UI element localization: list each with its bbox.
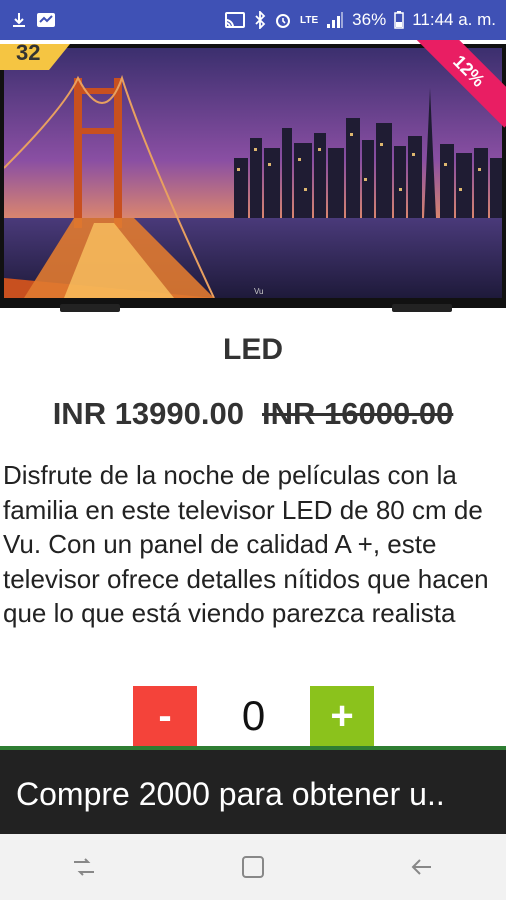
product-description: Disfrute de la noche de películas con la… — [3, 460, 489, 628]
decrease-quantity-button[interactable]: - — [133, 686, 197, 746]
navigation-bar — [0, 834, 506, 900]
original-price: INR 16000.00 — [262, 396, 454, 431]
price-row: INR 13990.00 INR 16000.00 — [0, 396, 506, 432]
vu-logo: Vu — [254, 287, 264, 296]
back-icon[interactable] — [392, 847, 452, 887]
quantity-stepper: - 0 + — [0, 686, 506, 746]
home-icon[interactable] — [223, 847, 283, 887]
promo-banner-text: Compre 2000 para obtener u.. — [16, 776, 445, 812]
product-title: LED — [223, 333, 283, 366]
tv-stand-right — [392, 304, 452, 312]
promo-banner[interactable]: Compre 2000 para obtener u.. — [0, 746, 506, 834]
status-bar: LTE 36% 11:44 a. m. — [0, 0, 506, 40]
download-icon — [10, 11, 28, 29]
current-price: INR 13990.00 — [52, 396, 244, 431]
bluetooth-icon — [254, 11, 266, 29]
recents-icon[interactable] — [54, 847, 114, 887]
product-image[interactable]: Vu 32 12% — [0, 40, 506, 318]
tv-stand-left — [60, 304, 120, 312]
battery-percent: 36% — [352, 10, 387, 29]
signal-icon — [326, 11, 344, 29]
quantity-value: 0 — [241, 692, 266, 739]
cast-icon — [224, 11, 246, 29]
network-label: LTE — [300, 14, 319, 26]
tv-screen-image: Vu — [4, 48, 502, 298]
battery-icon — [394, 11, 404, 29]
alarm-icon — [274, 11, 292, 29]
tv-frame: Vu 32 — [0, 44, 506, 308]
clock: 11:44 a. m. — [412, 10, 496, 29]
increase-quantity-button[interactable]: + — [310, 686, 374, 746]
activity-icon — [36, 11, 56, 29]
